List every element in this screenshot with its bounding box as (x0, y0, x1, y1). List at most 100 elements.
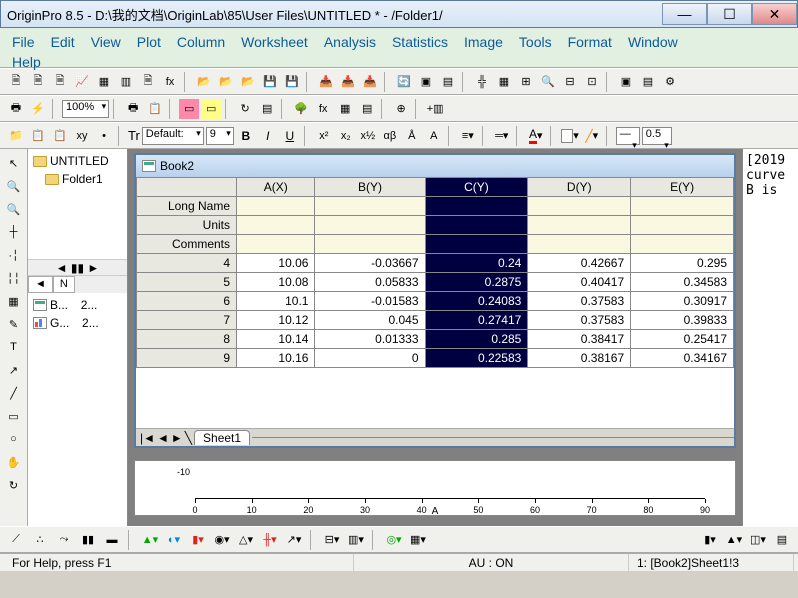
data-cell[interactable]: 0.045 (315, 311, 425, 330)
import-ascii-icon[interactable]: 📥 (338, 72, 358, 92)
zoom-in-tool-icon[interactable]: 🔍 (4, 176, 24, 196)
data-cell[interactable]: 0.40417 (528, 273, 631, 292)
menu-analysis[interactable]: Analysis (316, 32, 384, 52)
3d-wire-plot-icon[interactable]: ◫▾ (748, 530, 768, 550)
subscript-button[interactable]: x₂ (336, 126, 356, 146)
font-bigger-button[interactable]: Å (402, 126, 422, 146)
line-tool-icon[interactable]: ╱ (4, 383, 24, 403)
sheet-tabs[interactable]: |◄ ◄ ► ╲ Sheet1 (136, 428, 734, 446)
area-plot-icon[interactable]: ▲▾ (140, 530, 160, 550)
circle-tool-icon[interactable]: ○ (4, 429, 24, 449)
new-excel-icon[interactable]: 🗎 (50, 72, 70, 92)
zoom-out-tool-icon[interactable]: 🔍 (4, 199, 24, 219)
mask-tool-icon[interactable]: ▦ (4, 291, 24, 311)
refresh-icon[interactable]: 🔄 (394, 72, 414, 92)
paste-format-icon[interactable]: 📋 (50, 126, 70, 146)
contour-plot-icon[interactable]: ◎▾ (384, 530, 404, 550)
hand-tool-icon[interactable]: ✋ (4, 452, 24, 472)
align-button[interactable]: ≡▾ (458, 126, 478, 146)
xy-icon[interactable]: xy (72, 126, 92, 146)
results-log[interactable]: [2019 curve B is (742, 149, 798, 526)
data-cell[interactable]: 10.14 (237, 330, 315, 349)
data-cell[interactable]: 0.34167 (631, 349, 734, 368)
merge-icon[interactable]: ⊟ (560, 72, 580, 92)
data-cell[interactable]: 0.295 (631, 254, 734, 273)
pointer-tool-icon[interactable]: ↖ (4, 153, 24, 173)
dash-combo[interactable]: — (616, 127, 640, 145)
results-icon[interactable]: ▤ (638, 72, 658, 92)
supsubscript-button[interactable]: x½ (358, 126, 378, 146)
font-combo[interactable]: Default: (142, 127, 204, 145)
stacked-plot-icon[interactable]: ▮▾ (188, 530, 208, 550)
slide2-icon[interactable]: ▭ (201, 99, 221, 119)
slide-icon[interactable]: ▭ (179, 99, 199, 119)
data-cell[interactable]: 0.37583 (528, 311, 631, 330)
italic-button[interactable]: I (258, 126, 278, 146)
func-icon[interactable]: fx (313, 99, 333, 119)
tree-icon[interactable]: 🌳 (291, 99, 311, 119)
data-cell[interactable]: 0.24083 (425, 292, 528, 311)
open-icon[interactable]: 📂 (194, 72, 214, 92)
row-header[interactable]: 5 (137, 273, 237, 292)
polar-plot-icon[interactable]: ◉▾ (212, 530, 232, 550)
save-template-icon[interactable]: 💾 (282, 72, 302, 92)
duplicate-icon[interactable]: ▣ (416, 72, 436, 92)
data-cell[interactable]: 0.25417 (631, 330, 734, 349)
new-layout-icon[interactable]: ▥ (116, 72, 136, 92)
underline-button[interactable]: U (280, 126, 300, 146)
digitize-icon[interactable]: ⊕ (391, 99, 411, 119)
menu-worksheet[interactable]: Worksheet (233, 32, 316, 52)
explorer-item-book[interactable]: B... 2... (31, 296, 124, 314)
rect-tool-icon[interactable]: ▭ (4, 406, 24, 426)
data-cell[interactable]: 10.08 (237, 273, 315, 292)
tab-nav-prev-icon[interactable]: ◄ (157, 431, 169, 445)
layers-icon[interactable]: ▤ (438, 72, 458, 92)
import-wizard-icon[interactable]: 📥 (316, 72, 336, 92)
hist-plot-icon[interactable]: ▥▾ (346, 530, 366, 550)
fill-color-button[interactable]: ▾ (560, 126, 580, 146)
batch-icon[interactable]: ⚡ (28, 99, 48, 119)
row-header[interactable]: 6 (137, 292, 237, 311)
data-cell[interactable]: -0.01583 (315, 292, 425, 311)
greek-button[interactable]: αβ (380, 126, 400, 146)
explorer-tabs[interactable]: ◄ N (28, 275, 127, 293)
data-cell[interactable]: 10.16 (237, 349, 315, 368)
copy-format-icon[interactable]: 📋 (28, 126, 48, 146)
new-notes-icon[interactable]: 🗎 (138, 72, 158, 92)
font-smaller-button[interactable]: A (424, 126, 444, 146)
meta-cell[interactable] (315, 216, 425, 235)
rotate-tool-icon[interactable]: ↻ (4, 475, 24, 495)
template-plot-icon[interactable]: ▤ (772, 530, 792, 550)
meta-cell[interactable] (631, 216, 734, 235)
draw-tool-icon[interactable]: ✎ (4, 314, 24, 334)
copy-page-icon[interactable]: 📋 (145, 99, 165, 119)
graph-window[interactable]: -10 0102030405060708090 A (134, 460, 736, 516)
meta-cell[interactable] (315, 235, 425, 254)
data-cell[interactable]: 0.05833 (315, 273, 425, 292)
worksheet-grid[interactable]: A(X)B(Y)C(Y)D(Y)E(Y)Long NameUnitsCommen… (136, 177, 734, 428)
add-col-icon[interactable]: ╬ (472, 72, 492, 92)
font-color-button[interactable]: A▾ (526, 126, 546, 146)
selector-tool-icon[interactable]: ╎╎ (4, 268, 24, 288)
menu-file[interactable]: File (4, 32, 43, 52)
data-cell[interactable]: -0.03667 (315, 254, 425, 273)
meta-cell[interactable] (631, 235, 734, 254)
data-cell[interactable]: 0.37583 (528, 292, 631, 311)
menu-help[interactable]: Help (4, 52, 794, 72)
ternary-plot-icon[interactable]: △▾ (236, 530, 256, 550)
data-cell[interactable]: 0.38417 (528, 330, 631, 349)
print-preview-icon[interactable]: 🖶 (123, 99, 143, 119)
tab-nav-next-icon[interactable]: ► (171, 431, 183, 445)
fontsize-combo[interactable]: 9 (206, 127, 234, 145)
stock-plot-icon[interactable]: ╫▾ (260, 530, 280, 550)
print-icon[interactable]: 🖶 (6, 99, 26, 119)
dot-icon[interactable]: • (94, 126, 114, 146)
pie-plot-icon[interactable]: ◐▾ (164, 530, 184, 550)
lock-icon[interactable]: ▤ (257, 99, 277, 119)
superscript-button[interactable]: x² (314, 126, 334, 146)
zoom-icon[interactable]: 🔍 (538, 72, 558, 92)
new-function-icon[interactable]: fx (160, 72, 180, 92)
folder-tree[interactable]: UNTITLED Folder1 (28, 149, 127, 259)
data-cell[interactable]: 10.1 (237, 292, 315, 311)
box-plot-icon[interactable]: ⊟▾ (322, 530, 342, 550)
